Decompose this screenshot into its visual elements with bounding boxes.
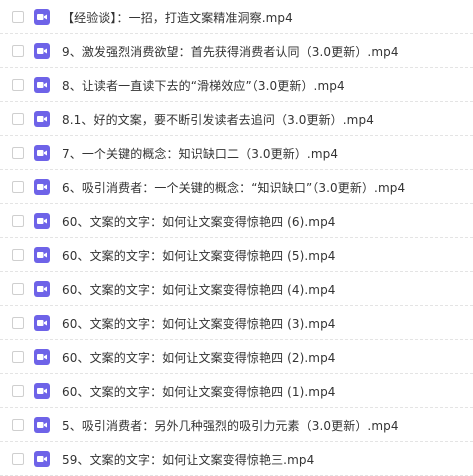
- file-name[interactable]: 60、文案的文字：如何让文案变得惊艳四 (1).mp4: [62, 383, 336, 400]
- file-name[interactable]: 60、文案的文字：如何让文案变得惊艳四 (6).mp4: [62, 213, 336, 230]
- file-row[interactable]: 6、吸引消费者：一个关键的概念：“知识缺口”（3.0更新）.mp4: [0, 170, 473, 204]
- video-file-icon: [34, 9, 50, 25]
- file-row[interactable]: 5、吸引消费者：另外几种强烈的吸引力元素（3.0更新）.mp4: [0, 408, 473, 442]
- file-name[interactable]: 8、让读者一直读下去的“滑梯效应”（3.0更新）.mp4: [62, 77, 345, 94]
- video-file-icon: [34, 213, 50, 229]
- row-checkbox[interactable]: [12, 317, 24, 329]
- video-file-icon: [34, 349, 50, 365]
- video-file-icon: [34, 247, 50, 263]
- row-checkbox[interactable]: [12, 419, 24, 431]
- file-row[interactable]: 59、文案的文字：如何让文案变得惊艳三.mp4: [0, 442, 473, 476]
- row-checkbox[interactable]: [12, 45, 24, 57]
- file-name[interactable]: 9、激发强烈消费欲望：首先获得消费者认同（3.0更新）.mp4: [62, 43, 399, 60]
- video-file-icon: [34, 145, 50, 161]
- video-file-icon: [34, 77, 50, 93]
- file-name[interactable]: 6、吸引消费者：一个关键的概念：“知识缺口”（3.0更新）.mp4: [62, 179, 405, 196]
- row-checkbox[interactable]: [12, 11, 24, 23]
- video-file-icon: [34, 417, 50, 433]
- file-name[interactable]: 60、文案的文字：如何让文案变得惊艳四 (2).mp4: [62, 349, 336, 366]
- file-row[interactable]: 60、文案的文字：如何让文案变得惊艳四 (4).mp4: [0, 272, 473, 306]
- video-file-icon: [34, 281, 50, 297]
- file-name[interactable]: 7、一个关键的概念：知识缺口二（3.0更新）.mp4: [62, 145, 338, 162]
- file-name[interactable]: 8.1、好的文案，要不断引发读者去追问（3.0更新）.mp4: [62, 111, 374, 128]
- file-row[interactable]: 【经验谈】：一招，打造文案精准洞察.mp4: [0, 0, 473, 34]
- video-file-icon: [34, 111, 50, 127]
- row-checkbox[interactable]: [12, 351, 24, 363]
- row-checkbox[interactable]: [12, 79, 24, 91]
- row-checkbox[interactable]: [12, 249, 24, 261]
- file-name[interactable]: 60、文案的文字：如何让文案变得惊艳四 (3).mp4: [62, 315, 336, 332]
- file-list: 【经验谈】：一招，打造文案精准洞察.mp4 9、激发强烈消费欲望：首先获得消费者认…: [0, 0, 473, 476]
- row-checkbox[interactable]: [12, 147, 24, 159]
- file-name[interactable]: 59、文案的文字：如何让文案变得惊艳三.mp4: [62, 451, 314, 468]
- video-file-icon: [34, 179, 50, 195]
- video-file-icon: [34, 43, 50, 59]
- file-name[interactable]: 60、文案的文字：如何让文案变得惊艳四 (5).mp4: [62, 247, 336, 264]
- file-row[interactable]: 8、让读者一直读下去的“滑梯效应”（3.0更新）.mp4: [0, 68, 473, 102]
- row-checkbox[interactable]: [12, 283, 24, 295]
- file-row[interactable]: 60、文案的文字：如何让文案变得惊艳四 (1).mp4: [0, 374, 473, 408]
- file-name[interactable]: 5、吸引消费者：另外几种强烈的吸引力元素（3.0更新）.mp4: [62, 417, 399, 434]
- file-name[interactable]: 60、文案的文字：如何让文案变得惊艳四 (4).mp4: [62, 281, 336, 298]
- video-file-icon: [34, 451, 50, 467]
- file-row[interactable]: 8.1、好的文案，要不断引发读者去追问（3.0更新）.mp4: [0, 102, 473, 136]
- row-checkbox[interactable]: [12, 113, 24, 125]
- row-checkbox[interactable]: [12, 453, 24, 465]
- file-row[interactable]: 9、激发强烈消费欲望：首先获得消费者认同（3.0更新）.mp4: [0, 34, 473, 68]
- file-row[interactable]: 60、文案的文字：如何让文案变得惊艳四 (2).mp4: [0, 340, 473, 374]
- file-row[interactable]: 60、文案的文字：如何让文案变得惊艳四 (3).mp4: [0, 306, 473, 340]
- row-checkbox[interactable]: [12, 215, 24, 227]
- row-checkbox[interactable]: [12, 385, 24, 397]
- file-row[interactable]: 60、文案的文字：如何让文案变得惊艳四 (5).mp4: [0, 238, 473, 272]
- file-name[interactable]: 【经验谈】：一招，打造文案精准洞察.mp4: [62, 9, 293, 26]
- video-file-icon: [34, 315, 50, 331]
- file-row[interactable]: 60、文案的文字：如何让文案变得惊艳四 (6).mp4: [0, 204, 473, 238]
- file-row[interactable]: 7、一个关键的概念：知识缺口二（3.0更新）.mp4: [0, 136, 473, 170]
- video-file-icon: [34, 383, 50, 399]
- row-checkbox[interactable]: [12, 181, 24, 193]
